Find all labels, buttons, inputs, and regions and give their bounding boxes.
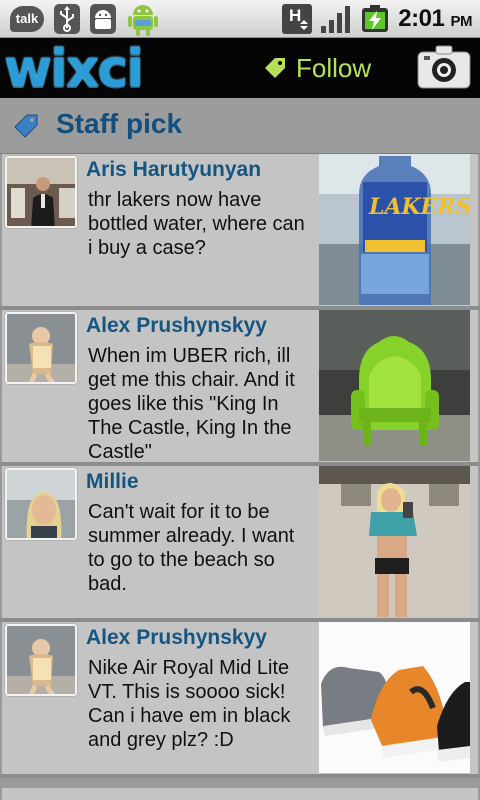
tag-icon bbox=[14, 114, 38, 138]
follow-label: Follow bbox=[296, 52, 372, 83]
avatar[interactable] bbox=[5, 312, 77, 384]
post-item[interactable]: Alex Prushynskyy When im UBER rich, ill … bbox=[2, 310, 478, 463]
android-notification-icon bbox=[128, 5, 158, 36]
avatar[interactable] bbox=[5, 156, 77, 228]
camera-button[interactable] bbox=[416, 42, 472, 92]
h-network-icon: H bbox=[282, 4, 313, 34]
app-header: wixci Follow bbox=[0, 38, 480, 98]
post-author[interactable]: Alex Prushynskyy bbox=[86, 314, 267, 338]
avatar[interactable] bbox=[5, 468, 77, 540]
post-photo[interactable] bbox=[319, 622, 470, 773]
post-item[interactable]: Millie Can't wait for it to be summer al… bbox=[2, 466, 478, 618]
network-label: H bbox=[289, 6, 301, 25]
divider bbox=[0, 774, 480, 778]
post-item-partial[interactable] bbox=[2, 788, 478, 800]
battery-charging-icon bbox=[362, 5, 389, 32]
section-title: Staff pick bbox=[56, 108, 183, 139]
signal-icon bbox=[321, 6, 351, 33]
app-logo: wixci bbox=[4, 39, 144, 99]
svg-text:LAKERS: LAKERS bbox=[368, 194, 470, 220]
post-photo[interactable] bbox=[319, 466, 470, 617]
post-author[interactable]: Millie bbox=[86, 470, 139, 494]
post-author[interactable]: Alex Prushynskyy bbox=[86, 626, 267, 650]
post-text: thr lakers now have bottled water, where… bbox=[88, 189, 305, 259]
post-text: When im UBER rich, ill get me this chair… bbox=[88, 345, 295, 463]
post-item[interactable]: Aris Harutyunyan thr lakers now have bot… bbox=[2, 154, 478, 306]
clock: 2:01 PM bbox=[398, 5, 472, 33]
clock-ampm: PM bbox=[450, 13, 473, 30]
post-author[interactable]: Aris Harutyunyan bbox=[86, 158, 261, 182]
clock-time: 2:01 bbox=[398, 5, 445, 32]
avatar[interactable] bbox=[5, 624, 77, 696]
talk-icon: talk bbox=[10, 6, 44, 32]
status-bar: talk H 2:01 PM bbox=[0, 0, 480, 38]
post-item[interactable]: Alex Prushynskyy Nike Air Royal Mid Lite… bbox=[2, 622, 478, 774]
post-photo[interactable]: LAKERS bbox=[319, 154, 470, 305]
post-photo[interactable] bbox=[319, 310, 470, 461]
section-header: Staff pick bbox=[0, 98, 480, 154]
tag-icon bbox=[265, 58, 285, 78]
follow-button[interactable]: Follow bbox=[262, 48, 371, 88]
post-text: Can't wait for it to be summer already. … bbox=[88, 501, 295, 595]
android-debug-icon bbox=[90, 4, 116, 34]
usb-icon bbox=[54, 4, 80, 34]
post-text: Nike Air Royal Mid Lite VT. This is sooo… bbox=[88, 657, 291, 751]
